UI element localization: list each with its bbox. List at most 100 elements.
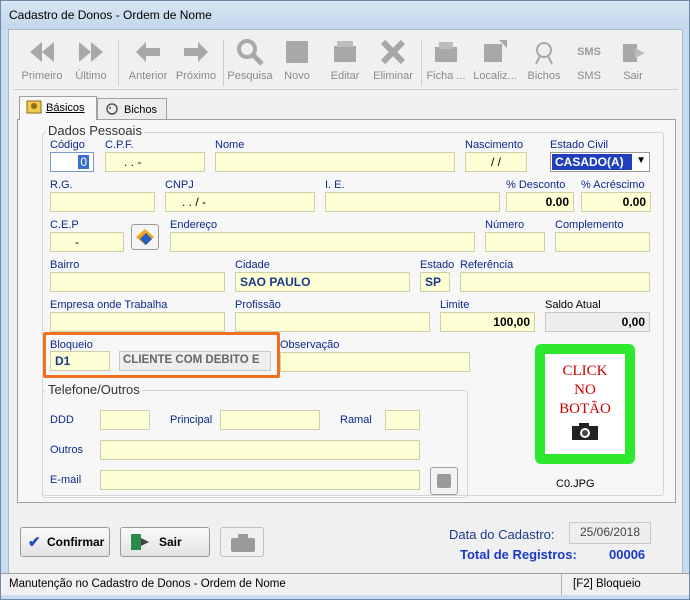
- camera-button-icon: [231, 534, 255, 552]
- photo-placeholder: CLICK NO BOTÃO: [545, 354, 625, 454]
- saldo-label: Saldo Atual: [545, 299, 601, 311]
- email-icon: [437, 474, 451, 488]
- cnpj-field[interactable]: . . / -: [165, 192, 315, 212]
- sms-label: SMS: [577, 70, 601, 82]
- first-icon: [30, 42, 54, 62]
- new-button[interactable]: Novo: [277, 38, 317, 88]
- numero-field[interactable]: [485, 232, 545, 252]
- codigo-value: 0: [78, 155, 89, 169]
- endereco-label: Endereço: [170, 219, 218, 231]
- bairro-label: Bairro: [50, 259, 80, 271]
- camera-icon: [572, 423, 598, 440]
- rg-label: R.G.: [50, 179, 73, 191]
- bloqueio-description: CLIENTE COM DEBITO E: [119, 351, 271, 371]
- toolbar-separator: [223, 40, 224, 86]
- saldo-field: 0,00: [545, 312, 650, 332]
- bloqueio-code-field[interactable]: D1: [50, 351, 110, 371]
- endereco-field[interactable]: [170, 232, 475, 252]
- tab-panel-basicos: Dados Pessoais Código 0 C.P.F. . . - Nom…: [17, 119, 676, 503]
- exit-toolbar-button[interactable]: Sair: [613, 38, 653, 88]
- title-bar: Cadastro de Donos - Ordem de Nome: [1, 1, 689, 29]
- previous-button[interactable]: Anterior: [123, 38, 173, 88]
- locate-label: Localiz...: [473, 70, 517, 82]
- tab-bichos[interactable]: Bichos: [97, 98, 167, 120]
- tab-basicos-label: Básicos: [46, 102, 85, 114]
- cep-field[interactable]: -: [50, 232, 124, 252]
- outros-field[interactable]: [100, 440, 420, 460]
- delete-button[interactable]: Eliminar: [369, 38, 417, 88]
- next-icon: [184, 42, 208, 62]
- empresa-label: Empresa onde Trabalha: [50, 299, 168, 311]
- total-registros-value: 00006: [609, 547, 646, 562]
- photo-text-3: BOTÃO: [559, 401, 611, 417]
- rg-field[interactable]: [50, 192, 155, 212]
- window-client-area: Primeiro Último Anterior Próximo Pesquis…: [8, 29, 683, 593]
- cidade-field[interactable]: SAO PAULO: [235, 272, 410, 292]
- send-email-button[interactable]: [430, 467, 458, 495]
- desconto-field[interactable]: 0.00: [506, 192, 574, 212]
- last-button[interactable]: Último: [69, 38, 113, 88]
- principal-field[interactable]: [220, 410, 320, 430]
- email-field[interactable]: [100, 470, 420, 490]
- cnpj-label: CNPJ: [165, 179, 194, 191]
- acrescimo-field[interactable]: 0.00: [581, 192, 651, 212]
- ramal-field[interactable]: [385, 410, 420, 430]
- telefone-legend: Telefone/Outros: [46, 382, 142, 397]
- cpf-value: . . -: [124, 155, 142, 169]
- limite-label: Limite: [440, 299, 470, 311]
- profissao-field[interactable]: [235, 312, 430, 332]
- previous-label: Anterior: [128, 70, 168, 82]
- bairro-field[interactable]: [50, 272, 225, 292]
- edit-label: Editar: [330, 70, 360, 82]
- estado-civil-label: Estado Civil: [550, 139, 609, 151]
- nome-label: Nome: [215, 139, 245, 151]
- search-button[interactable]: Pesquisa: [225, 38, 275, 88]
- first-label: Primeiro: [21, 70, 63, 82]
- camera-button[interactable]: [220, 527, 264, 557]
- referencia-field[interactable]: [460, 272, 650, 292]
- toolbar-separator: [421, 40, 422, 86]
- cpf-field[interactable]: . . -: [105, 152, 205, 172]
- confirm-button[interactable]: ✔ Confirmar: [20, 527, 110, 557]
- pets-icon: [535, 42, 553, 65]
- first-button[interactable]: Primeiro: [17, 38, 67, 88]
- ie-field[interactable]: [325, 192, 500, 212]
- status-bar: Manutenção no Cadastro de Donos - Ordem …: [1, 573, 689, 595]
- exit-button[interactable]: Sair: [120, 527, 210, 557]
- photo-frame[interactable]: CLICK NO BOTÃO: [535, 344, 635, 464]
- data-cadastro-field: 25/06/2018: [569, 522, 651, 544]
- search-label: Pesquisa: [227, 70, 273, 82]
- observacao-field[interactable]: [280, 352, 470, 372]
- empresa-field[interactable]: [50, 312, 225, 332]
- observacao-label: Observação: [280, 339, 340, 351]
- edit-button[interactable]: Editar: [323, 38, 367, 88]
- ramal-label: Ramal: [340, 414, 372, 426]
- main-window: Cadastro de Donos - Ordem de Nome Primei…: [0, 0, 690, 600]
- ddd-field[interactable]: [100, 410, 150, 430]
- estado-civil-select[interactable]: CASADO(A) ▼: [550, 152, 650, 172]
- locate-button[interactable]: Localiz...: [469, 38, 521, 88]
- codigo-label: Código: [50, 139, 85, 151]
- pets-button[interactable]: Bichos: [521, 38, 567, 88]
- record-card-button[interactable]: Ficha ...: [423, 38, 469, 88]
- estado-field[interactable]: SP: [420, 272, 450, 292]
- record-card-icon: [435, 42, 457, 62]
- dados-pessoais-legend: Dados Pessoais: [46, 123, 144, 138]
- chevron-down-icon[interactable]: ▼: [636, 155, 646, 166]
- tab-basicos[interactable]: Básicos: [19, 96, 97, 120]
- pets-label: Bichos: [527, 70, 561, 82]
- cnpj-value: . . / -: [182, 195, 206, 209]
- next-button[interactable]: Próximo: [171, 38, 221, 88]
- nascimento-field[interactable]: / /: [465, 152, 527, 172]
- codigo-field[interactable]: 0: [50, 152, 94, 172]
- numero-label: Número: [485, 219, 525, 231]
- complemento-field[interactable]: [555, 232, 650, 252]
- limite-field[interactable]: 100,00: [440, 312, 535, 332]
- email-label: E-mail: [50, 474, 82, 486]
- sms-button[interactable]: SMS SMS: [569, 38, 609, 88]
- delete-icon: [380, 39, 406, 65]
- search-icon: [237, 39, 264, 66]
- photo-text-2: NO: [574, 382, 596, 398]
- nome-field[interactable]: [215, 152, 455, 172]
- cep-lookup-button[interactable]: [131, 224, 159, 250]
